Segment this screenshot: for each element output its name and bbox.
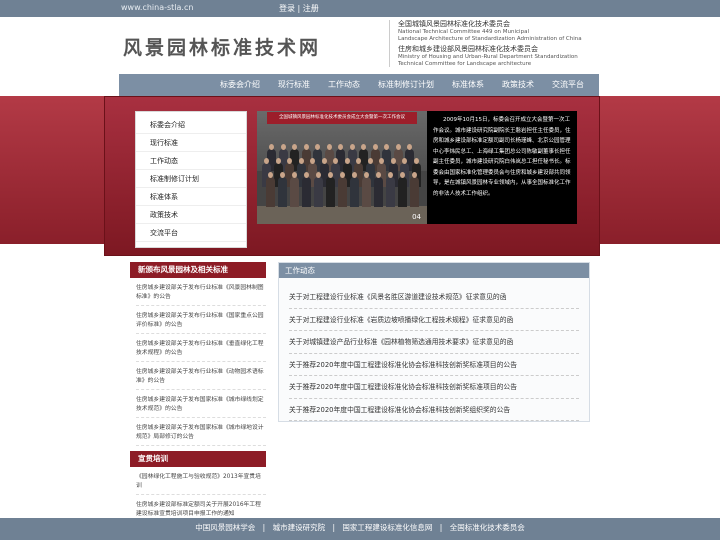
footer-link-standard-committee[interactable]: 全国标准化技术委员会	[450, 523, 525, 532]
person-silhouette	[374, 172, 383, 207]
site-logo[interactable]: 风景园林标准技术网	[123, 33, 321, 60]
footer-separator: |	[262, 523, 266, 532]
work-news-heading[interactable]: 工作动态	[279, 263, 589, 278]
side-item-revision-plan[interactable]: 标准制修订计划	[136, 170, 246, 188]
nav-item-committee-intro[interactable]: 标委会介绍	[211, 74, 269, 96]
person-silhouette	[302, 172, 311, 207]
footer-link-urban-institute[interactable]: 城市建设研究院	[273, 523, 326, 532]
top-bar: www.china-stla.cn 登录 | 注册	[0, 0, 720, 17]
footer-link-landscape-society[interactable]: 中国风景园林学会	[195, 523, 255, 532]
org1-name-cn: 全国城镇风景园林标准化技术委员会	[398, 20, 510, 28]
person-silhouette	[350, 172, 359, 207]
account-links: 登录 | 注册	[279, 3, 319, 14]
training-heading[interactable]: 宣贯培训	[130, 451, 266, 467]
news-item[interactable]: 关于推荐2020年度中国工程建设标准化协会标准科技创新奖标准项目的公告	[289, 376, 579, 399]
person-silhouette	[386, 172, 395, 207]
slider-news-text: 2009年10月15日，标委会召开成立大会暨第一次工作会议。城市建设研究院副院长…	[427, 111, 577, 224]
person-silhouette	[362, 172, 371, 207]
login-link[interactable]: 登录	[279, 4, 295, 13]
nav-item-standard-system[interactable]: 标准体系	[443, 74, 493, 96]
person-silhouette	[266, 172, 275, 207]
account-divider: |	[297, 4, 301, 13]
organization-info: 全国城镇风景园林标准化技术委员会 National Technical Comm…	[389, 20, 599, 67]
news-item[interactable]: 关于对城镇建设产品行业标准《园林植物筛选通用技术要求》征求意见的函	[289, 331, 579, 354]
new-standards-heading[interactable]: 新颁布风景园林及相关标准	[130, 262, 266, 278]
person-silhouette	[338, 172, 347, 207]
org2-name-en-line1: Ministry of Housing and Urban-Rural Depa…	[398, 54, 578, 60]
list-item[interactable]: 住房城乡建设部关于发布国家标准《城市绿线划定技术规范》的公告	[136, 390, 266, 418]
news-item[interactable]: 关于推荐2020年度中国工程建设标准化协会标准科技创新奖组织奖的公告	[289, 399, 579, 421]
news-item[interactable]: 关于推荐2020年度中国工程建设标准化协会标准科技创新奖标准项目的公告	[289, 354, 579, 376]
person-silhouette	[290, 172, 299, 207]
register-link[interactable]: 注册	[303, 4, 319, 13]
person-silhouette	[314, 172, 323, 207]
list-item[interactable]: 住房城乡建设部关于发布行业标准《风景园林制图标准》的公告	[136, 278, 266, 306]
person-silhouette	[326, 172, 335, 207]
side-menu: 标委会介绍 现行标准 工作动态 标准制修订计划 标准体系 政策技术 交流平台	[135, 111, 247, 248]
footer-separator: |	[332, 523, 336, 532]
list-item[interactable]: 住房城乡建设部关于发布国家标准《城市绿地设计规范》局部修订的公告	[136, 418, 266, 446]
left-column: 新颁布风景园林及相关标准 住房城乡建设部关于发布行业标准《风景园林制图标准》的公…	[130, 262, 266, 524]
news-item[interactable]: 关于对工程建设行业标准《风景名胜区游道建设技术规范》征求意见的函	[289, 286, 579, 309]
nav-item-revision-plan[interactable]: 标准制修订计划	[369, 74, 443, 96]
side-item-current-standards[interactable]: 现行标准	[136, 134, 246, 152]
footer-link-standard-network[interactable]: 国家工程建设标准化信息网	[342, 523, 432, 532]
list-item[interactable]: 住房城乡建设部关于发布行业标准《动物园术语标准》的公告	[136, 362, 266, 390]
training-list: 《园林绿化工程施工与验收规范》2013年宣贯培训 住房城乡建设部标准定额司关于开…	[130, 467, 266, 523]
new-standards-list: 住房城乡建设部关于发布行业标准《风景园林制图标准》的公告 住房城乡建设部关于发布…	[130, 278, 266, 446]
main-nav: 标委会介绍 现行标准 工作动态 标准制修订计划 标准体系 政策技术 交流平台	[119, 74, 599, 96]
slider-news-paragraph: 2009年10月15日，标委会召开成立大会暨第一次工作会议。城市建设研究院副院长…	[433, 117, 571, 197]
work-news-panel: 工作动态 关于对工程建设行业标准《风景名胜区游道建设技术规范》征求意见的函 关于…	[278, 262, 590, 422]
side-item-work-news[interactable]: 工作动态	[136, 152, 246, 170]
side-item-committee-intro[interactable]: 标委会介绍	[136, 116, 246, 134]
slider-photo[interactable]: 全国城镇风景园林标准化技术委员会成立大会暨第一次工作会议 04	[257, 111, 427, 224]
side-item-policy-tech[interactable]: 政策技术	[136, 206, 246, 224]
side-item-standard-system[interactable]: 标准体系	[136, 188, 246, 206]
org1-name-en-line2: Landscape Architecture of Standardizatio…	[398, 35, 582, 42]
person-silhouette	[410, 172, 419, 207]
nav-item-current-standards[interactable]: 现行标准	[269, 74, 319, 96]
nav-item-policy-tech[interactable]: 政策技术	[493, 74, 543, 96]
site-footer: 中国风景园林学会 | 城市建设研究院 | 国家工程建设标准化信息网 | 全国标准…	[0, 518, 720, 540]
photo-title: 全国城镇风景园林标准化技术委员会成立大会暨第一次工作会议	[279, 115, 405, 120]
nav-item-work-news[interactable]: 工作动态	[319, 74, 369, 96]
person-silhouette	[398, 172, 407, 207]
side-item-exchange[interactable]: 交流平台	[136, 224, 246, 242]
list-item[interactable]: 《园林绿化工程施工与验收规范》2013年宣贯培训	[136, 467, 266, 495]
nav-item-exchange[interactable]: 交流平台	[543, 74, 593, 96]
org2-name-cn: 住房和城乡建设部风景园林标准化技术委员会	[398, 45, 538, 53]
list-item[interactable]: 住房城乡建设部关于发布行业标准《国家重点公园评价标准》的公告	[136, 306, 266, 334]
slide-number: 04	[412, 213, 421, 221]
org2-name-en-line2: Technical Committee for Landscape archit…	[398, 60, 532, 67]
news-item[interactable]: 关于对工程建设行业标准《岩质边坡喷播绿化工程技术规程》征求意见的函	[289, 309, 579, 331]
footer-separator: |	[439, 523, 443, 532]
list-item[interactable]: 住房城乡建设部关于发布行业标准《垂直绿化工程技术规程》的公告	[136, 334, 266, 362]
person-silhouette	[278, 172, 287, 207]
site-header: 风景园林标准技术网 全国城镇风景园林标准化技术委员会 National Tech…	[119, 17, 599, 74]
site-url[interactable]: www.china-stla.cn	[121, 3, 193, 12]
